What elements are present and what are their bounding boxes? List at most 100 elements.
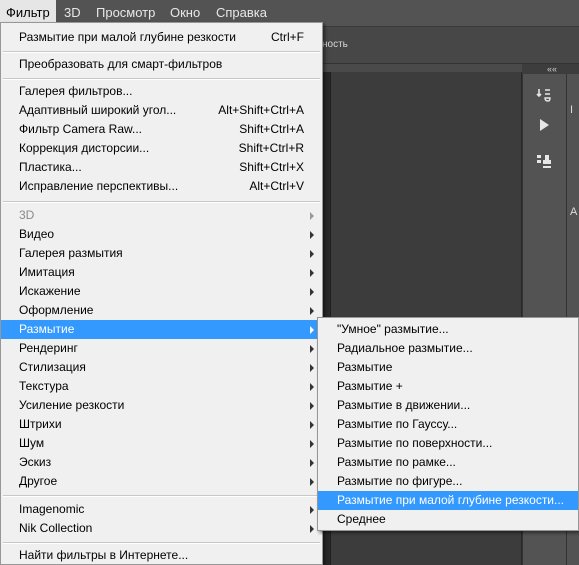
menu-item-shortcut: Shift+Ctrl+A <box>239 122 304 136</box>
blur-submenu: "Умное" размытие... Радиальное размытие.… <box>317 317 579 531</box>
menu-item-label: Пластика... <box>19 160 82 174</box>
menu-item-filter-gallery[interactable]: Галерея фильтров... <box>1 82 322 101</box>
menu-item-convert-smart-filters[interactable]: Преобразовать для смарт-фильтров <box>1 55 322 74</box>
menu-item-label: Галерея фильтров... <box>19 84 133 98</box>
menu-item-average[interactable]: Среднее <box>318 510 578 529</box>
chevron-right-icon <box>310 288 314 296</box>
menu-item-label: Оформление <box>19 303 94 317</box>
menu-item-shape-blur[interactable]: Размытие по фигуре... <box>318 472 578 491</box>
chevron-right-icon <box>310 212 314 220</box>
menu-item-label: Адаптивный широкий угол... <box>19 103 177 117</box>
submenu-noise[interactable]: Шум <box>1 434 322 453</box>
menu-separator <box>3 51 320 53</box>
chevron-right-icon <box>310 525 314 533</box>
submenu-render[interactable]: Рендеринг <box>1 339 322 358</box>
menu-item-last-filter[interactable]: Размытие при малой глубине резкости Ctrl… <box>1 28 322 47</box>
submenu-brush-strokes[interactable]: Штрихи <box>1 415 322 434</box>
filter-menu: Размытие при малой глубине резкости Ctrl… <box>0 22 323 565</box>
menu-item-label: Размытие <box>19 322 75 336</box>
chevron-right-icon <box>310 383 314 391</box>
submenu-other[interactable]: Другое <box>1 472 322 491</box>
menu-item-lens-blur[interactable]: Размытие при малой глубине резкости... <box>318 491 578 510</box>
clone-source-icon[interactable] <box>532 152 556 174</box>
menu-item-gaussian-blur[interactable]: Размытие по Гауссу... <box>318 415 578 434</box>
menu-item-adaptive-wide-angle[interactable]: Адаптивный широкий угол... Alt+Shift+Ctr… <box>1 101 322 120</box>
menu-item-label: 3D <box>19 208 35 222</box>
menu-item-label: Видео <box>19 227 55 241</box>
submenu-nik-collection[interactable]: Nik Collection <box>1 519 322 538</box>
chevron-right-icon <box>310 345 314 353</box>
menu-item-label: Шум <box>19 436 45 450</box>
menu-item-label: Искажение <box>19 284 81 298</box>
menu-separator <box>3 201 320 203</box>
submenu-imagenomic[interactable]: Imagenomic <box>1 500 322 519</box>
menu-item-shortcut: Shift+Ctrl+X <box>239 160 304 174</box>
menu-item-label: Имитация <box>19 265 75 279</box>
chevron-right-icon <box>310 440 314 448</box>
menu-item-label: Рендеринг <box>19 341 78 355</box>
menu-item-box-blur[interactable]: Размытие по рамке... <box>318 453 578 472</box>
menu-item-label: Эскиз <box>19 455 52 469</box>
dock-mini-label: A <box>570 206 578 218</box>
menu-item-shortcut: Alt+Ctrl+V <box>249 179 304 193</box>
dock-collapse-button[interactable]: «« <box>522 64 579 74</box>
menu-item-label: Штрихи <box>19 417 62 431</box>
menu-item-blur[interactable]: Размытие <box>318 358 578 377</box>
submenu-blur-gallery[interactable]: Галерея размытия <box>1 244 322 263</box>
menu-item-label: Размытие при малой глубине резкости <box>19 30 237 44</box>
chevron-right-icon <box>310 364 314 372</box>
submenu-sketch[interactable]: Эскиз <box>1 453 322 472</box>
menu-item-blur-more[interactable]: Размытие + <box>318 377 578 396</box>
chevron-right-icon <box>310 459 314 467</box>
menu-item-label: Усиление резкости <box>19 398 125 412</box>
submenu-video[interactable]: Видео <box>1 225 322 244</box>
menu-item-label: Imagenomic <box>19 502 85 516</box>
options-bar-text: ность <box>322 39 348 50</box>
chevron-right-icon <box>310 269 314 277</box>
chevron-right-icon <box>310 231 314 239</box>
chevron-right-icon <box>310 478 314 486</box>
menu-item-shortcut: Ctrl+F <box>271 30 304 44</box>
chevron-right-icon <box>310 402 314 410</box>
menu-item-liquify[interactable]: Пластика... Shift+Ctrl+X <box>1 158 322 177</box>
menu-item-shortcut: Alt+Shift+Ctrl+A <box>218 103 304 117</box>
submenu-texture[interactable]: Текстура <box>1 377 322 396</box>
submenu-3d: 3D <box>1 206 322 225</box>
menu-separator <box>3 78 320 80</box>
menu-item-motion-blur[interactable]: Размытие в движении... <box>318 396 578 415</box>
submenu-sharpen[interactable]: Усиление резкости <box>1 396 322 415</box>
chevron-right-icon <box>310 307 314 315</box>
menu-item-vanishing-point[interactable]: Исправление перспективы... Alt+Ctrl+V <box>1 177 322 196</box>
menu-item-label: Коррекция дисторсии... <box>19 141 150 155</box>
menu-item-label: Текстура <box>19 379 69 393</box>
menu-item-browse-filters-online[interactable]: Найти фильтры в Интернете... <box>1 546 322 565</box>
chevron-right-icon <box>310 326 314 334</box>
submenu-artistic[interactable]: Имитация <box>1 263 322 282</box>
menu-item-smart-blur[interactable]: "Умное" размытие... <box>318 320 578 339</box>
menu-item-label: Nik Collection <box>19 521 93 535</box>
history-brush-icon[interactable] <box>532 86 556 108</box>
submenu-pixelate[interactable]: Оформление <box>1 301 322 320</box>
play-icon[interactable] <box>532 116 556 138</box>
submenu-stylize[interactable]: Стилизация <box>1 358 322 377</box>
chevron-right-icon <box>310 506 314 514</box>
menu-item-label: Фильтр Camera Raw... <box>19 122 143 136</box>
submenu-blur[interactable]: Размытие <box>1 320 322 339</box>
menu-item-label: Преобразовать для смарт-фильтров <box>19 57 223 71</box>
document-tab-strip <box>322 64 522 72</box>
menu-item-shortcut: Shift+Ctrl+R <box>238 141 304 155</box>
dock-mini-label: I <box>570 104 574 116</box>
menu-item-label: Найти фильтры в Интернете... <box>19 548 189 562</box>
chevron-right-icon <box>310 421 314 429</box>
chevron-right-icon <box>310 250 314 258</box>
menu-separator <box>3 542 320 544</box>
submenu-distort[interactable]: Искажение <box>1 282 322 301</box>
menu-item-label: Галерея размытия <box>19 246 123 260</box>
menu-item-camera-raw[interactable]: Фильтр Camera Raw... Shift+Ctrl+A <box>1 120 322 139</box>
menu-separator <box>3 495 320 497</box>
menu-item-lens-correction[interactable]: Коррекция дисторсии... Shift+Ctrl+R <box>1 139 322 158</box>
menu-item-radial-blur[interactable]: Радиальное размытие... <box>318 339 578 358</box>
menu-item-label: Другое <box>19 474 58 488</box>
menu-item-surface-blur[interactable]: Размытие по поверхности... <box>318 434 578 453</box>
menu-item-label: Стилизация <box>19 360 86 374</box>
